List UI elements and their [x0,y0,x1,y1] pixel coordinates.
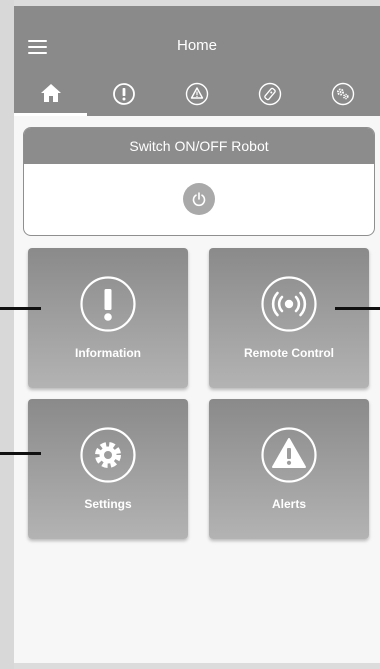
tile-label: Remote Control [244,346,334,360]
tab-settings[interactable] [306,74,379,116]
switch-panel-title: Switch ON/OFF Robot [24,128,374,164]
exclamation-circle-icon [112,83,135,105]
gears-icon [331,82,354,106]
home-icon [40,84,61,102]
tile-label: Information [75,346,141,360]
app-header: Home [14,6,380,116]
warning-triangle-icon [261,427,317,483]
remote-icon [258,82,281,106]
tab-remote[interactable] [233,74,306,116]
tab-information[interactable] [87,74,160,116]
tile-label: Alerts [271,497,306,511]
callout-line-information [0,307,41,310]
robot-switch-panel: Switch ON/OFF Robot [23,127,375,236]
tab-bar [14,74,380,116]
information-tile[interactable]: Information [28,248,188,388]
background-strip [0,0,14,669]
tile-label: Settings [84,497,132,511]
power-button[interactable] [183,183,215,215]
alerts-tile[interactable]: Alerts [209,399,369,539]
tab-home[interactable] [14,74,87,116]
warning-triangle-icon [185,82,208,106]
callout-line-settings [0,452,41,455]
settings-tile[interactable]: Settings [28,399,188,539]
callout-line-remote-control [335,307,380,310]
exclamation-circle-icon [80,276,136,332]
power-icon [192,192,206,207]
signal-broadcast-icon [261,276,317,332]
gear-icon [80,427,136,483]
page-title: Home [176,37,217,54]
remote-control-tile[interactable]: Remote Control [209,248,369,388]
app-screen: Home Switch ON/OFF Robot Information Rem… [14,6,380,663]
tab-alerts[interactable] [160,74,233,116]
